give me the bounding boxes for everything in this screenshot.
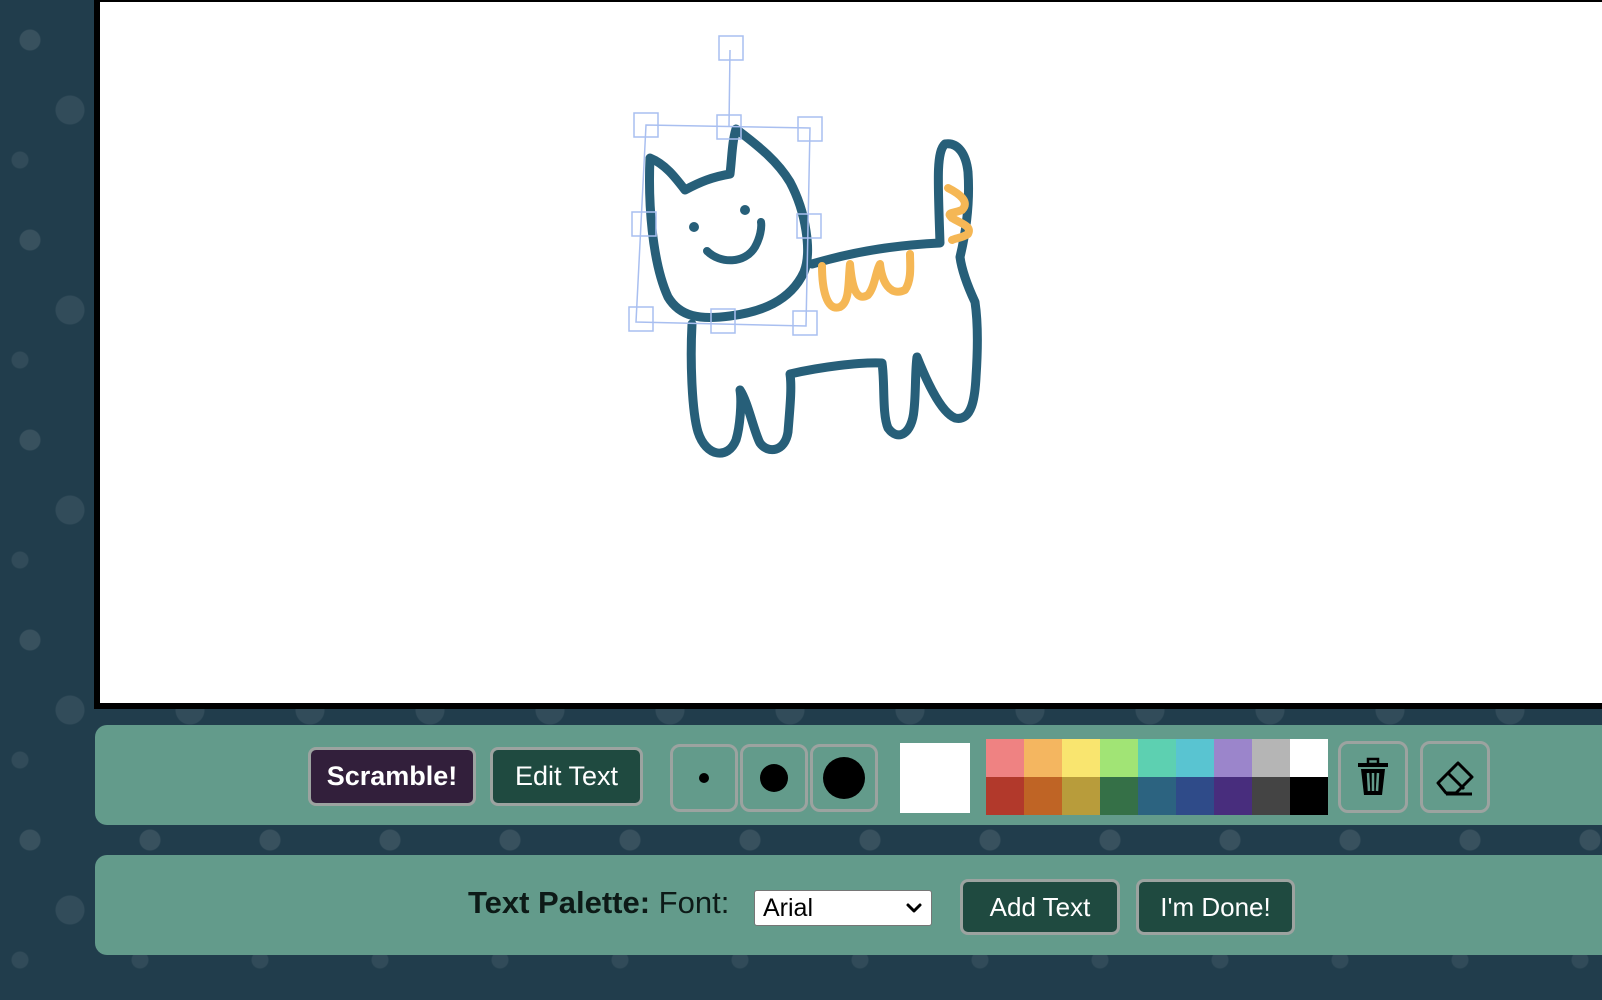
small-dot-icon xyxy=(699,773,709,783)
cat-body-stroke xyxy=(686,139,982,458)
color-swatch-15[interactable] xyxy=(1176,777,1214,815)
eraser-button[interactable] xyxy=(1420,741,1490,813)
color-swatch-6[interactable] xyxy=(1176,739,1214,777)
trash-icon xyxy=(1358,757,1388,795)
add-text-button[interactable]: Add Text xyxy=(960,879,1120,935)
drawing-toolbar: Scramble! Edit Text xyxy=(95,725,1602,825)
cat-eye-right xyxy=(740,205,750,215)
text-palette-label: Text Palette: Font: xyxy=(468,885,729,921)
rotate-handle xyxy=(718,35,744,61)
done-button[interactable]: I'm Done! xyxy=(1136,879,1295,935)
edit-text-button[interactable]: Edit Text xyxy=(490,747,643,806)
color-swatch-18[interactable] xyxy=(1290,777,1328,815)
eraser-icon xyxy=(1436,761,1474,796)
chevron-down-icon xyxy=(906,903,922,913)
color-swatches xyxy=(986,739,1328,815)
color-swatch-10[interactable] xyxy=(986,777,1024,815)
drawing-canvas[interactable] xyxy=(94,0,1602,709)
color-swatch-7[interactable] xyxy=(1214,739,1252,777)
color-swatch-16[interactable] xyxy=(1214,777,1252,815)
font-select-value: Arial xyxy=(763,893,814,922)
font-label: Font: xyxy=(658,885,730,920)
color-swatch-4[interactable] xyxy=(1100,739,1138,777)
cat-eye-left xyxy=(689,222,699,232)
color-swatch-8[interactable] xyxy=(1252,739,1290,777)
cat-smile xyxy=(703,218,766,265)
brush-size-large-button[interactable] xyxy=(810,744,878,812)
text-palette: Text Palette: Font: Arial Add Text I'm D… xyxy=(95,855,1602,955)
color-swatch-3[interactable] xyxy=(1062,739,1100,777)
scramble-button[interactable]: Scramble! xyxy=(308,747,476,806)
brush-size-small-button[interactable] xyxy=(670,744,738,812)
clear-canvas-button[interactable] xyxy=(1338,741,1408,813)
color-swatch-12[interactable] xyxy=(1062,777,1100,815)
color-swatch-1[interactable] xyxy=(986,739,1024,777)
color-swatch-2[interactable] xyxy=(1024,739,1062,777)
color-swatch-13[interactable] xyxy=(1100,777,1138,815)
brush-size-medium-button[interactable] xyxy=(740,744,808,812)
text-palette-title: Text Palette: xyxy=(468,885,651,920)
cat-head-stroke xyxy=(645,124,813,323)
font-select[interactable]: Arial xyxy=(754,890,932,926)
current-color-preview xyxy=(900,743,970,813)
large-dot-icon xyxy=(823,757,865,799)
color-swatch-14[interactable] xyxy=(1138,777,1176,815)
color-swatch-5[interactable] xyxy=(1138,739,1176,777)
cat-drawing xyxy=(628,35,982,458)
color-swatch-9[interactable] xyxy=(1290,739,1328,777)
medium-dot-icon xyxy=(760,764,788,792)
color-swatch-17[interactable] xyxy=(1252,777,1290,815)
color-swatch-11[interactable] xyxy=(1024,777,1062,815)
